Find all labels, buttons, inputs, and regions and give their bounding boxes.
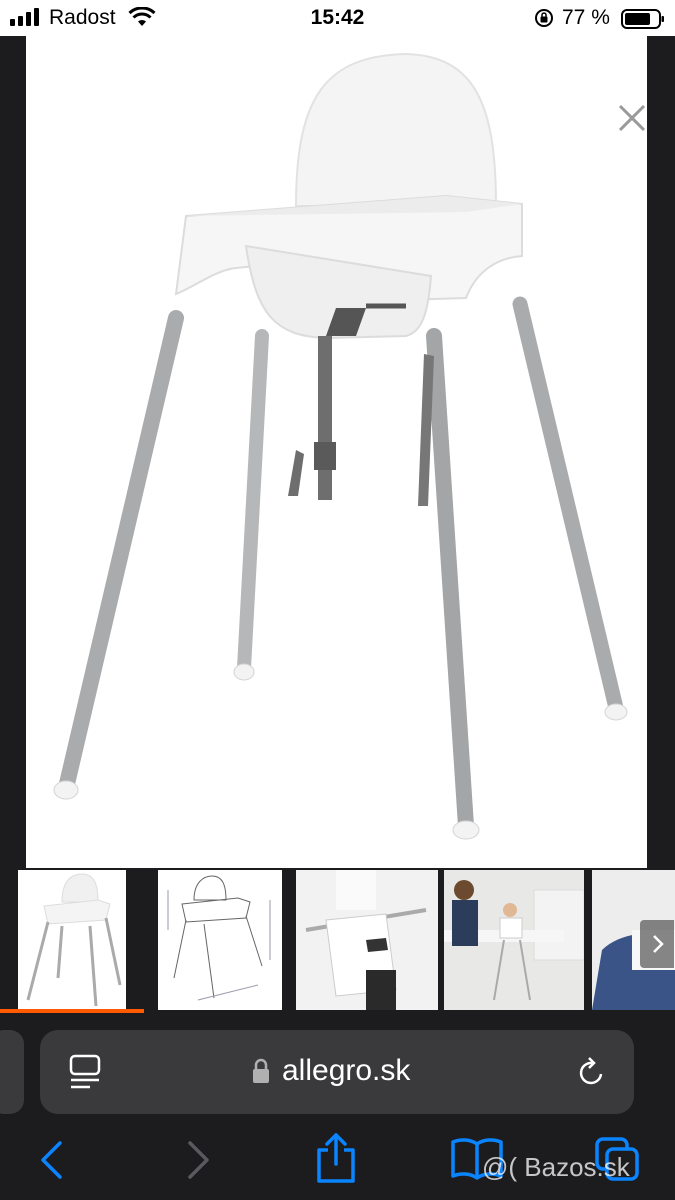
highchair-thumbnail-image bbox=[26, 873, 122, 1007]
lock-icon bbox=[253, 1058, 269, 1083]
previous-tab-preview[interactable] bbox=[0, 1030, 24, 1114]
watermark-text: @( Bazos.sk bbox=[482, 1152, 630, 1182]
forward-icon[interactable] bbox=[184, 1140, 212, 1180]
tray-removal-image bbox=[296, 870, 438, 1010]
next-thumbnail-button[interactable] bbox=[640, 920, 674, 968]
battery-icon bbox=[621, 9, 664, 29]
chevron-right-icon bbox=[653, 935, 664, 953]
active-thumbnail-indicator bbox=[0, 1009, 144, 1013]
dimensions-drawing-image bbox=[167, 875, 271, 1001]
page-menu-icon[interactable] bbox=[68, 1054, 102, 1090]
orientation-lock-icon bbox=[535, 9, 553, 27]
close-icon[interactable] bbox=[614, 100, 650, 136]
url-text[interactable]: allegro.sk bbox=[282, 1054, 410, 1088]
thumbnail-4[interactable] bbox=[444, 870, 584, 1010]
main-product-image[interactable] bbox=[26, 36, 647, 868]
highchair-illustration bbox=[53, 52, 628, 840]
thumbnail-1[interactable] bbox=[18, 870, 126, 1010]
thumbnail-strip bbox=[0, 868, 675, 1014]
reload-icon[interactable] bbox=[576, 1054, 608, 1090]
status-bar: Radost 15:42 77 % bbox=[0, 0, 675, 36]
back-icon[interactable] bbox=[38, 1140, 66, 1180]
thumbnail-2[interactable] bbox=[158, 870, 282, 1010]
family-dining-image bbox=[444, 870, 584, 1010]
thumbnail-3[interactable] bbox=[296, 870, 438, 1010]
battery-percent: 77 % bbox=[562, 6, 610, 29]
image-viewer bbox=[0, 36, 675, 868]
share-icon[interactable] bbox=[314, 1132, 358, 1184]
